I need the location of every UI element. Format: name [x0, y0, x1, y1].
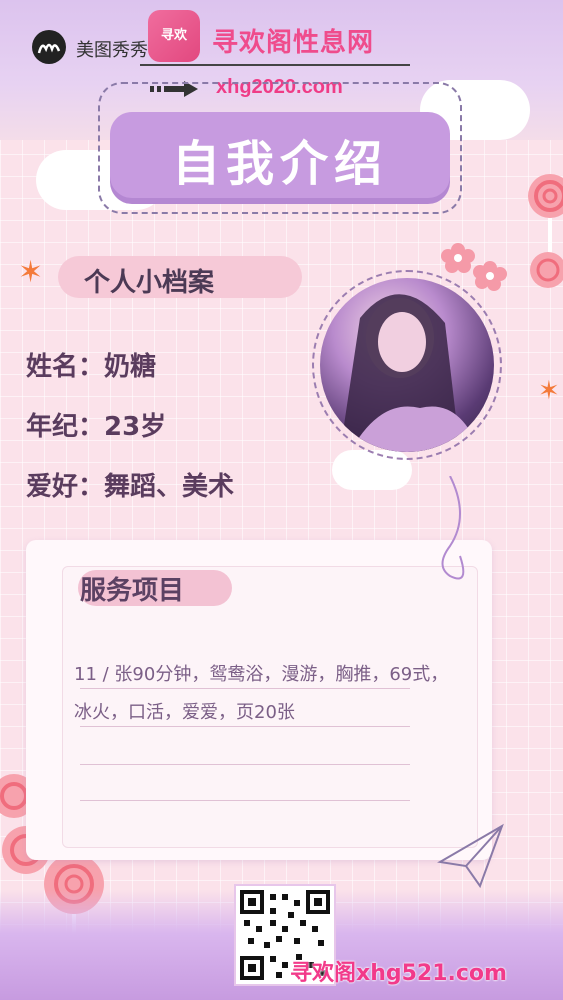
star-icon: ✶: [18, 255, 44, 290]
services-line-1: 11 / 张90分钟，鸳鸯浴，漫游，胸推，69式，: [74, 664, 449, 685]
site-title: 寻欢阁性息网: [212, 28, 375, 58]
services-line-2: 冰火，口活，爱爱，页20张: [74, 702, 295, 723]
app-name: 美图秀秀: [76, 40, 148, 61]
services-section-title: 服务项目: [80, 576, 185, 606]
hobby-line: 爱好：舞蹈、美术: [26, 472, 235, 502]
profile-section-title: 个人小档案: [84, 268, 215, 298]
meitu-logo-icon: [32, 30, 66, 64]
divider-line: [80, 800, 410, 801]
page-title: 自我介绍: [171, 136, 388, 192]
bottom-watermark: 寻欢阁xhg521.com: [290, 961, 507, 986]
lollipop-icon: [528, 174, 563, 258]
divider-line: [80, 764, 410, 765]
swirl-icon: [441, 476, 465, 580]
name-line: 姓名：奶糖: [26, 352, 157, 382]
lollipop-icon: [530, 252, 563, 288]
ruler-divider: [140, 64, 410, 74]
paper-plane-icon: [437, 823, 504, 889]
site-logo-icon: 寻欢: [148, 10, 200, 62]
divider-line: [80, 726, 410, 727]
poster-page: 美图秀秀 寻欢 寻欢阁性息网 xhg2020.com 自我介绍 ✶ ✶ 个人小档…: [0, 0, 563, 1000]
age-line: 年纪：23岁: [26, 412, 167, 442]
divider-line: [80, 688, 410, 689]
profile-photo: [320, 278, 494, 452]
star-icon: ✶: [538, 376, 560, 406]
